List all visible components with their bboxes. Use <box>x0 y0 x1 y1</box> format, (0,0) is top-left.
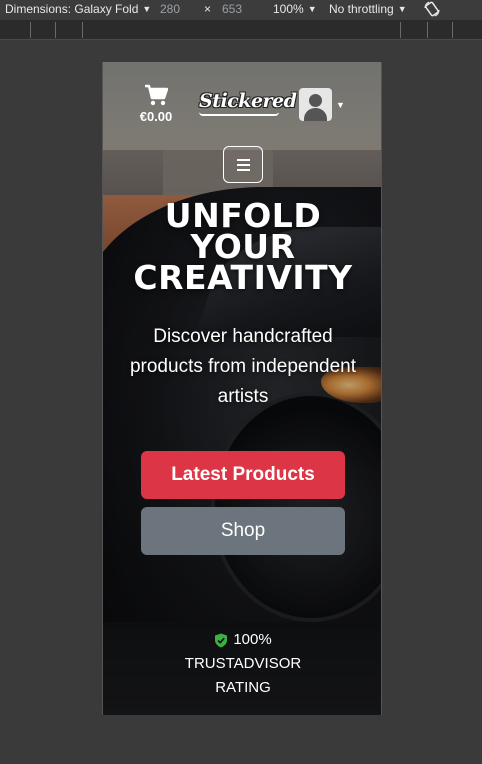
throttling-dropdown[interactable]: No throttling ▼ <box>329 2 407 16</box>
height-input[interactable]: 653 <box>222 2 242 16</box>
media-query-ruler <box>0 20 482 40</box>
logo-swoosh <box>199 112 279 116</box>
trust-rating: 100% TRUSTADVISOR RATING <box>103 628 381 700</box>
cart-link[interactable]: €0.00 <box>136 84 176 124</box>
user-avatar-icon <box>299 88 332 121</box>
shop-button[interactable]: Shop <box>141 507 345 555</box>
account-dropdown[interactable]: ▼ <box>299 88 345 121</box>
trust-label: RATING <box>215 679 271 696</box>
devtools-device-toolbar: Dimensions: Galaxy Fold ▼ 280 × 653 100%… <box>0 0 482 20</box>
chevron-down-icon: ▼ <box>142 4 152 14</box>
times-icon: × <box>204 2 212 16</box>
times-separator: × <box>204 2 211 16</box>
dimensions-label: Dimensions: Galaxy Fold <box>5 2 139 16</box>
height-value: 653 <box>222 2 243 16</box>
hero-subtitle: Discover handcrafted products from indep… <box>129 326 357 407</box>
latest-products-button[interactable]: Latest Products <box>141 451 345 499</box>
chevron-down-icon: ▼ <box>307 4 317 14</box>
dimensions-dropdown[interactable]: Dimensions: Galaxy Fold ▼ <box>5 2 151 16</box>
throttling-label: No throttling <box>329 2 394 16</box>
zoom-dropdown[interactable]: 100% ▼ <box>273 2 317 16</box>
logo-text: Stickered <box>199 90 297 112</box>
shopping-cart-icon <box>145 84 168 106</box>
shield-check-icon <box>215 633 228 647</box>
chevron-down-icon: ▼ <box>397 4 407 14</box>
menu-toggle-button[interactable] <box>223 146 263 183</box>
hero-title-line: CREATIVITY <box>133 258 353 297</box>
width-input[interactable]: 280 <box>160 2 180 16</box>
caret-down-icon: ▼ <box>336 99 345 110</box>
trust-label: TRUSTADVISOR <box>184 655 302 672</box>
site-logo[interactable]: Stickered <box>195 86 297 120</box>
cart-total: €0.00 <box>139 109 173 124</box>
device-viewport: €0.00 Stickered ▼ UNFOLD YOUR CREATIVITY… <box>102 62 382 715</box>
rotate-icon[interactable] <box>423 0 441 18</box>
hero-title: UNFOLD YOUR CREATIVITY <box>103 199 381 297</box>
width-value: 280 <box>160 2 181 16</box>
trust-percent: 100% <box>233 631 272 648</box>
zoom-label: 100% <box>273 2 304 16</box>
hamburger-icon <box>236 158 250 161</box>
